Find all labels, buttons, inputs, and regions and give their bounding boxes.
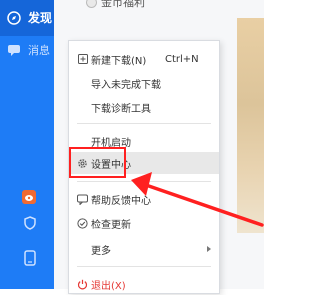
menu-item-label: 开机启动 [91,137,131,149]
coin-icon [86,0,97,8]
submenu-arrow-icon [207,246,211,252]
gear-icon [77,158,88,169]
menu-item-diagnostic-tool[interactable]: 下载诊断工具 [69,96,219,118]
menu-item-check-update[interactable]: 检查更新 [69,212,219,234]
menu-item-more[interactable]: 更多 [69,238,219,260]
discover-icon [6,10,22,26]
sidebar-item-label: 消息 [28,44,50,57]
sidebar-item-message[interactable]: 消息 [0,32,54,68]
sidebar-item-shield[interactable] [0,213,54,249]
main-menu: 新建下载(N) Ctrl+N 导入未完成下载 下载诊断工具 开机启动 设置中心 … [68,40,220,294]
menu-item-startup[interactable]: 开机启动 [69,130,219,152]
weibo-icon [22,190,36,204]
menu-item-label: 更多 [91,245,111,257]
sidebar-item-label: 发现 [28,11,53,25]
menu-item-exit[interactable]: 退出(X) [69,273,219,295]
sidebar-item-discover[interactable]: 发现 [0,0,54,36]
menu-divider [77,123,211,124]
coin-welfare-link[interactable]: 金币福利 [86,0,145,11]
menu-item-new-download[interactable]: 新建下载(N) Ctrl+N [69,48,219,70]
sidebar-item-phone[interactable] [0,246,54,282]
menu-divider [77,181,211,182]
check-icon [77,217,88,229]
menu-item-shortcut: Ctrl+N [165,53,199,65]
menu-item-help[interactable]: 帮助反馈中心 [69,188,219,210]
menu-divider [77,266,211,267]
background-banner [237,18,264,233]
shield-icon [22,215,38,231]
sidebar: 发现 消息 [0,0,54,289]
coin-label: 金币福利 [101,0,145,9]
menu-item-settings[interactable]: 设置中心 [69,152,219,174]
menu-item-label: 导入未完成下载 [91,79,161,91]
power-icon [77,279,88,290]
message-icon [6,42,22,58]
menu-item-label: 新建下载(N) [91,55,147,67]
menu-item-import-download[interactable]: 导入未完成下载 [69,72,219,94]
help-icon [77,194,88,205]
phone-icon [22,250,38,266]
menu-item-label: 帮助反馈中心 [91,195,151,207]
menu-item-label: 退出(X) [91,280,126,292]
new-download-icon [77,54,88,65]
menu-item-label: 下载诊断工具 [91,103,151,115]
menu-item-label: 检查更新 [91,219,131,231]
menu-item-label: 设置中心 [91,159,131,171]
